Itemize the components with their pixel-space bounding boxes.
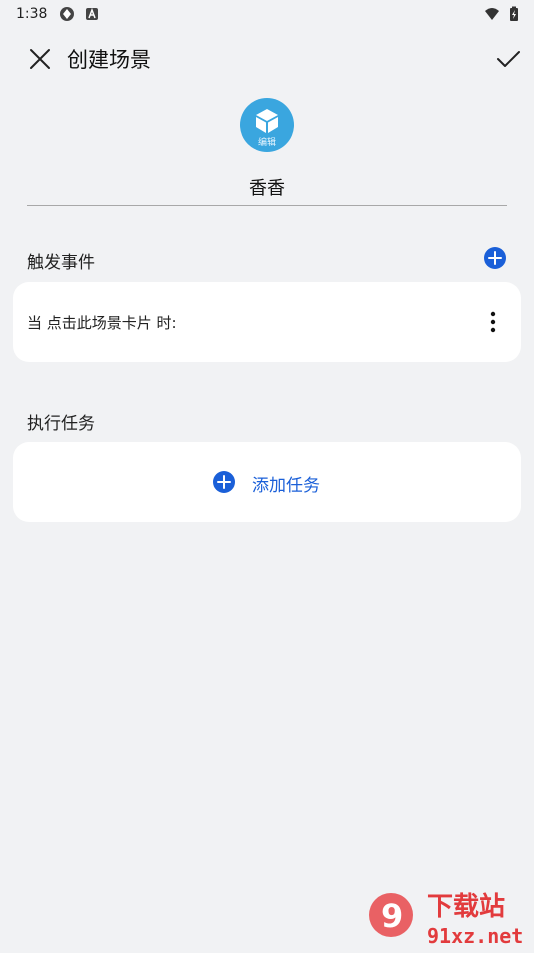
trigger-card[interactable]: 当 点击此场景卡片 时:: [13, 282, 521, 362]
notification-a-icon: [86, 7, 98, 20]
status-time: 1:38: [16, 6, 48, 22]
scene-icon-avatar[interactable]: 编辑: [240, 98, 294, 152]
close-icon[interactable]: [26, 45, 54, 73]
watermark-logo: 9 下载站 91xz.net: [365, 885, 533, 949]
watermark-top-text: 下载站: [427, 892, 505, 922]
name-underline: [27, 205, 507, 206]
add-task-button[interactable]: 添加任务: [13, 442, 521, 522]
wifi-icon: [485, 8, 499, 20]
status-bar: 1:38: [0, 0, 534, 28]
battery-icon: [510, 6, 518, 21]
task-section-label: 执行任务: [27, 414, 95, 434]
task-card: 添加任务: [13, 442, 521, 522]
trigger-section-label: 触发事件: [27, 253, 95, 273]
svg-text:9: 9: [381, 897, 403, 935]
more-vertical-icon[interactable]: [483, 308, 503, 336]
trigger-item-text: 当 点击此场景卡片 时:: [27, 314, 177, 332]
scene-name-input[interactable]: 香香: [27, 174, 507, 200]
avatar-edit-label: 编辑: [257, 138, 276, 148]
page-title: 创建场景: [67, 48, 151, 72]
watermark-bottom-text: 91xz.net: [427, 924, 523, 948]
add-trigger-button[interactable]: [484, 247, 506, 269]
plus-icon: [488, 251, 502, 265]
confirm-check-icon[interactable]: [494, 45, 522, 73]
add-task-plus: [213, 471, 235, 493]
app-notification-icon: [60, 7, 74, 21]
cube-icon: [256, 109, 278, 133]
add-task-label: 添加任务: [252, 476, 320, 496]
plus-icon: [217, 475, 231, 489]
